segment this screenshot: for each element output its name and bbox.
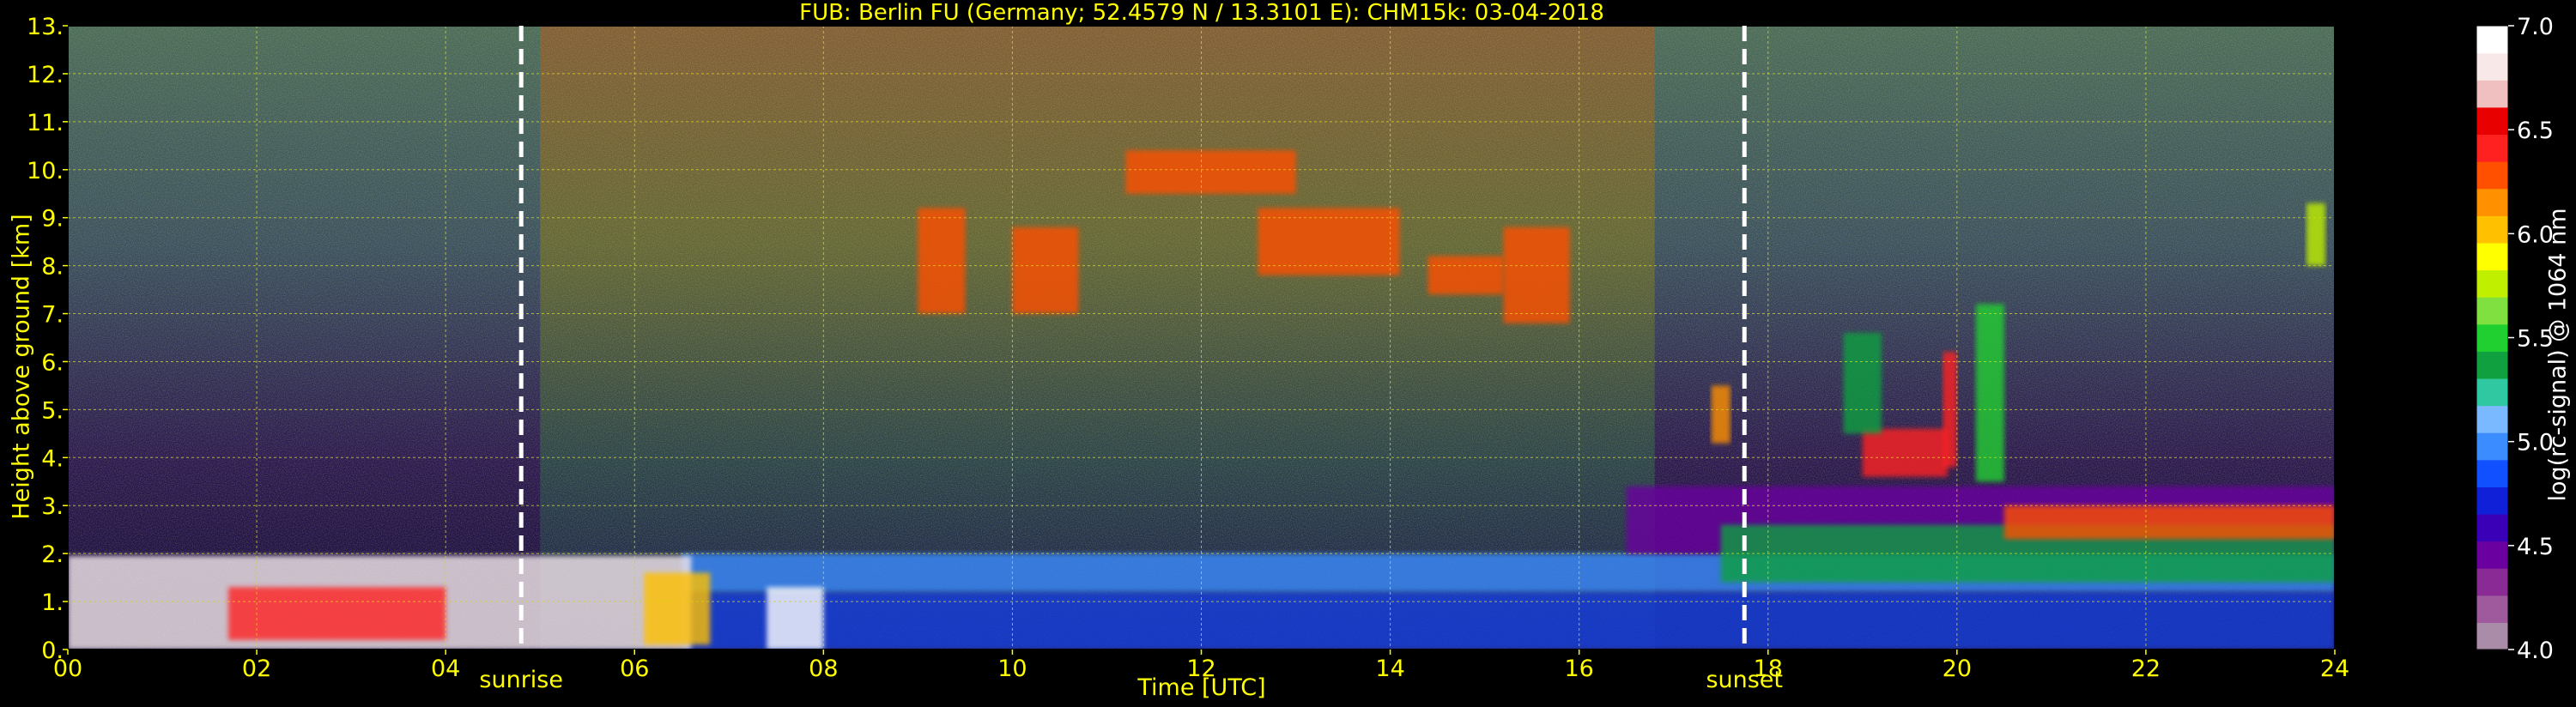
y-tick-label: 13. xyxy=(27,14,64,40)
colorbar-segment xyxy=(2476,351,2508,379)
y-tick-label: 7. xyxy=(41,302,64,329)
y-tick-label: 12. xyxy=(27,62,64,88)
colorbar-segment xyxy=(2476,595,2508,623)
colorbar-segment xyxy=(2476,513,2508,542)
x-tick-label: 24 xyxy=(2320,656,2349,682)
x-tick-label: 14 xyxy=(1375,656,1404,682)
feature-patch xyxy=(228,587,446,640)
feature-patch xyxy=(1711,385,1730,444)
colorbar-segment xyxy=(2476,26,2508,54)
feature-patch xyxy=(2003,505,2335,540)
colorbar-segment xyxy=(2476,622,2508,650)
colorbar-segment xyxy=(2476,323,2508,352)
colorbar-segment xyxy=(2476,405,2508,433)
x-tick-label: 02 xyxy=(242,656,271,682)
colorbar-tick-label: 6.0 xyxy=(2517,221,2554,248)
y-tick-label: 9. xyxy=(41,206,64,233)
colorbar-segment xyxy=(2476,432,2508,461)
colorbar-tick-label: 4.5 xyxy=(2517,534,2554,560)
feature-patch xyxy=(1843,332,1882,434)
sunrise-label: sunrise xyxy=(479,667,563,693)
x-tick-label: 10 xyxy=(997,656,1027,682)
feature-patch xyxy=(644,572,711,645)
x-tick-label: 08 xyxy=(809,656,838,682)
y-tick-label: 3. xyxy=(41,493,64,520)
y-tick-label: 8. xyxy=(41,254,64,281)
feature-patch xyxy=(1258,208,1400,275)
x-tick-label: 06 xyxy=(620,656,649,682)
colorbar-segment xyxy=(2476,378,2508,407)
colorbar-segment xyxy=(2476,52,2508,81)
colorbar-segment xyxy=(2476,215,2508,244)
colorbar-segment xyxy=(2476,188,2508,216)
colorbar-segment xyxy=(2476,269,2508,298)
x-tick-label: 22 xyxy=(2131,656,2161,682)
colorbar-segment xyxy=(2476,161,2508,190)
colorbar-segment xyxy=(2476,80,2508,108)
x-tick-label: 04 xyxy=(431,656,460,682)
y-tick-label: 10. xyxy=(27,158,64,184)
feature-patch xyxy=(1862,428,1948,477)
x-tick-label: 12 xyxy=(1186,656,1215,682)
feature-patch xyxy=(918,208,966,314)
y-tick-label: 0. xyxy=(41,638,64,664)
feature-patch xyxy=(1125,150,1296,194)
colorbar-segment xyxy=(2476,459,2508,487)
ceilometer-figure: FUB: Berlin FU (Germany; 52.4579 N / 13.… xyxy=(0,0,2576,707)
colorbar-tick-label: 5.0 xyxy=(2517,430,2554,456)
feature-patch xyxy=(1012,227,1079,314)
y-tick-label: 1. xyxy=(41,589,64,616)
y-tick-label: 6. xyxy=(41,349,64,376)
y-tick-label: 2. xyxy=(41,541,64,568)
colorbar-segment xyxy=(2476,297,2508,325)
y-tick-label: 5. xyxy=(41,397,64,424)
feature-patch xyxy=(1503,227,1570,323)
feature-patch xyxy=(2306,202,2325,266)
colorbar-segment xyxy=(2476,106,2508,136)
feature-patch xyxy=(682,591,2335,650)
colorbar-segment xyxy=(2476,568,2508,596)
colorbar-tick-label: 6.5 xyxy=(2517,118,2554,144)
x-tick-label: 16 xyxy=(1564,656,1593,682)
colorbar-segment xyxy=(2476,242,2508,271)
feature-patch xyxy=(767,587,824,650)
colorbar-tick-label: 7.0 xyxy=(2517,14,2554,40)
y-tick-label: 11. xyxy=(27,110,64,136)
x-tick-label: 20 xyxy=(1943,656,1972,682)
sunset-label: sunset xyxy=(1706,667,1783,693)
colorbar-tick-label: 5.5 xyxy=(2517,326,2554,353)
colorbar-segment xyxy=(2476,541,2508,569)
feature-patch xyxy=(1427,256,1504,295)
y-tick-label: 4. xyxy=(41,445,64,472)
feature-patch xyxy=(1975,304,2004,482)
colorbar-segment xyxy=(2476,134,2508,162)
colorbar-segment xyxy=(2476,486,2508,515)
chart-svg: 00 02 04 06 08 10 12 14 16 18 20 22 240.1.2.3.4.5.6.… xyxy=(27,14,2554,693)
colorbar-tick-label: 4.0 xyxy=(2517,638,2554,664)
